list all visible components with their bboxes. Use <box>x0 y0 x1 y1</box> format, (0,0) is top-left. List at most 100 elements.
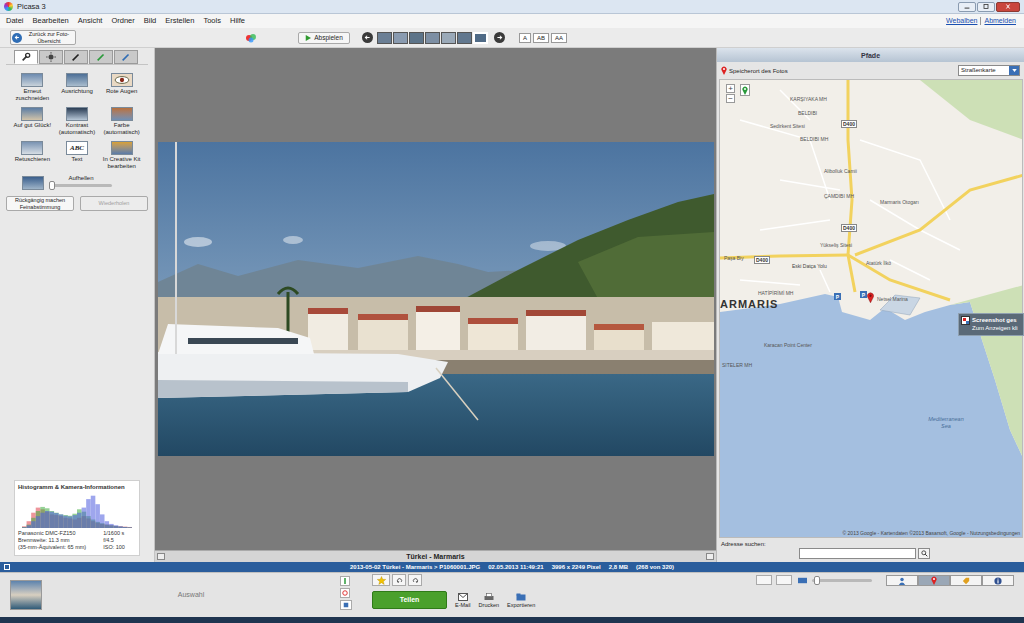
side-panel-tab[interactable] <box>886 575 918 586</box>
tool-button[interactable]: In Creative Kit bearbeiten <box>99 141 144 170</box>
edit-tab[interactable] <box>114 50 138 64</box>
side-panel-tab[interactable] <box>950 575 982 586</box>
status-item: 3996 x 2249 Pixel <box>552 563 601 571</box>
tray-thumbnail[interactable] <box>10 580 42 610</box>
fill-light-slider[interactable] <box>50 184 112 187</box>
tool-button[interactable]: Auf gut Glück! <box>10 107 55 136</box>
caption-size-button[interactable]: AA <box>551 33 567 43</box>
edit-tab[interactable] <box>89 50 113 64</box>
menu-item[interactable]: Erstellen <box>163 16 196 26</box>
histogram-bar <box>118 527 123 528</box>
maximize-icon[interactable] <box>977 2 995 12</box>
map-label-text: HATİPİRİMİ MH <box>758 290 793 296</box>
histogram-bar <box>31 518 36 528</box>
map-label: D400 <box>841 224 857 232</box>
tool-label: Ausrichtung <box>55 88 99 95</box>
histogram-bar <box>114 526 119 528</box>
tool-button[interactable]: Erneut zuschneiden <box>10 73 55 102</box>
minimize-icon[interactable] <box>958 2 976 12</box>
view-icon[interactable] <box>756 575 772 585</box>
tool-label: In Creative Kit bearbeiten <box>100 156 144 170</box>
edit-button[interactable]: Wiederholen <box>80 196 148 211</box>
filmstrip-thumbnail[interactable] <box>473 32 488 44</box>
rotate-right-icon[interactable] <box>408 574 422 586</box>
address-input[interactable] <box>799 548 916 559</box>
caption-size-button[interactable]: AB <box>533 33 549 43</box>
close-icon[interactable] <box>996 2 1020 12</box>
map-zoom-button[interactable]: − <box>726 94 735 103</box>
edit-tab[interactable] <box>39 50 63 64</box>
tray-action-button[interactable]: E-Mail <box>455 593 471 609</box>
menu-item[interactable]: Datei <box>4 16 26 26</box>
back-button[interactable]: Zurück zur Foto-Übersicht <box>10 30 76 45</box>
album-icon[interactable] <box>340 600 352 610</box>
location-label: Speicherort des Fotos <box>729 67 788 75</box>
filmstrip-thumbnail[interactable] <box>409 32 424 44</box>
caption-left-icon[interactable] <box>157 553 165 560</box>
camera-info-value: f/4.5 <box>103 537 136 544</box>
search-icon[interactable] <box>918 548 930 559</box>
edit-button[interactable]: Rückgängig machen Feinabstimmung <box>6 196 74 211</box>
photo-location-marker-icon[interactable] <box>867 292 874 303</box>
menu-item[interactable]: Ordner <box>109 16 136 26</box>
account-link[interactable]: Abmelden <box>984 16 1016 26</box>
menu-item[interactable]: Hilfe <box>228 16 247 26</box>
menu-item[interactable]: Ansicht <box>76 16 105 26</box>
map-label: P <box>860 291 867 298</box>
menu-item[interactable]: Tools <box>201 16 223 26</box>
slider-thumb[interactable] <box>49 181 55 190</box>
tool-label: Text <box>55 156 99 163</box>
play-button[interactable]: Abspielen <box>298 32 350 44</box>
tray-action-button[interactable]: Exportieren <box>507 593 535 609</box>
map-zoom: +− <box>726 84 735 103</box>
histogram-bar <box>31 521 36 528</box>
map[interactable]: KARŞIYAKA MHBELDIBISedirkent SitesiBELDI… <box>719 79 1023 538</box>
clear-icon[interactable] <box>340 588 350 598</box>
map-label: P <box>834 293 841 300</box>
side-panel-tab[interactable] <box>918 575 950 586</box>
histogram-bar <box>123 527 128 528</box>
menu-item[interactable]: Bearbeiten <box>31 16 71 26</box>
caption-size-button[interactable]: A <box>519 33 531 43</box>
side-panel-tab[interactable] <box>982 575 1014 586</box>
tool-button[interactable]: Retuschieren <box>10 141 55 170</box>
caption-right-icon[interactable] <box>706 553 714 560</box>
filmstrip-thumbnail[interactable] <box>457 32 472 44</box>
map-label: Alibolluk Camii <box>824 168 857 174</box>
zoom-slider[interactable] <box>812 579 872 582</box>
share-button[interactable]: Teilen <box>372 591 447 609</box>
previous-icon[interactable] <box>362 32 373 43</box>
notification[interactable]: Screenshot ges Zum Anzeigen kli <box>958 313 1024 336</box>
camera-info: Panasonic DMC-FZ1501/1600 sBrennweite: 1… <box>18 530 136 551</box>
tool-button[interactable]: Kontrast (automatisch) <box>55 107 100 136</box>
tray-action-label: Exportieren <box>507 602 535 609</box>
hold-icon[interactable] <box>340 576 350 586</box>
rotate-left-icon[interactable] <box>392 574 406 586</box>
place-marker-icon[interactable] <box>740 84 750 96</box>
filmstrip-thumbnail[interactable] <box>441 32 456 44</box>
grid-icon[interactable] <box>776 575 792 585</box>
map-zoom-button[interactable]: + <box>726 84 735 93</box>
map-type-select[interactable]: Straßenkarte <box>958 65 1020 76</box>
tool-button[interactable]: Rote Augen <box>99 73 144 102</box>
map-label-text: Mediterranean Sea <box>924 416 968 430</box>
tray-action-button[interactable]: Drucken <box>479 593 499 609</box>
blue-brush-icon <box>121 52 131 62</box>
tool-button[interactable]: Ausrichtung <box>55 73 100 102</box>
zoom-thumb[interactable] <box>814 576 820 585</box>
account-link[interactable]: Webalben <box>946 16 977 26</box>
edit-tab[interactable] <box>14 50 38 64</box>
next-icon[interactable] <box>494 32 505 43</box>
filmstrip-thumbnail[interactable] <box>393 32 408 44</box>
star-icon[interactable] <box>372 574 390 586</box>
map-zoom-label: + <box>728 85 733 93</box>
filmstrip-thumbnail[interactable] <box>425 32 440 44</box>
color-wheel-icon[interactable] <box>244 33 258 43</box>
filmstrip-thumbnail[interactable] <box>377 32 392 44</box>
tool-button[interactable]: ABCText <box>55 141 100 170</box>
edit-tab[interactable] <box>64 50 88 64</box>
menu-item[interactable]: Bild <box>142 16 159 26</box>
edit-button-label: Wiederholen <box>99 200 130 207</box>
tool-button[interactable]: Farbe (automatisch) <box>99 107 144 136</box>
dropdown-arrow-icon <box>1009 66 1019 75</box>
